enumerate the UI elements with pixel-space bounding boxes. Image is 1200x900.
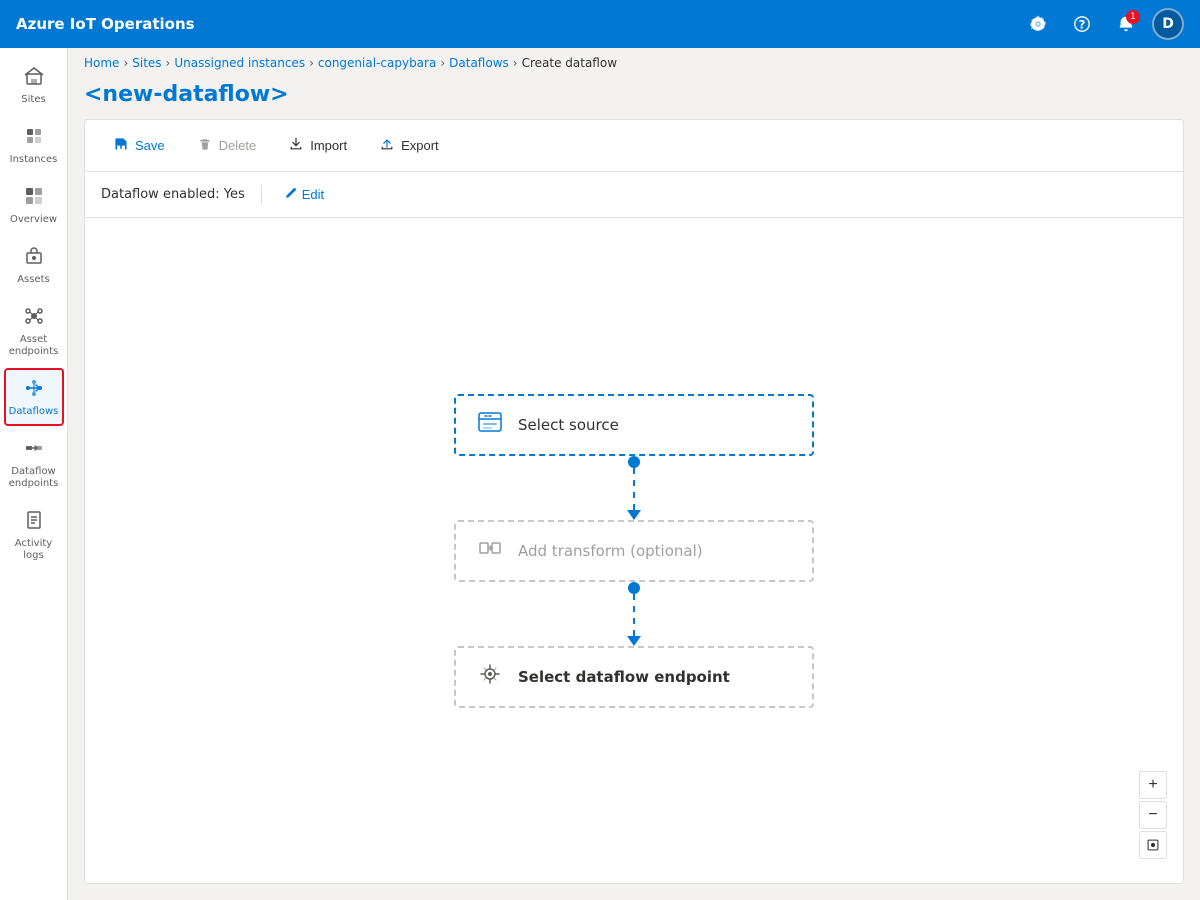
flow-canvas: Select source bbox=[85, 218, 1183, 883]
import-icon bbox=[288, 136, 304, 155]
save-button[interactable]: Save bbox=[101, 130, 177, 161]
sidebar-item-dataflow-endpoints[interactable]: Dataflow endpoints bbox=[4, 428, 64, 498]
destination-node-label: Select dataflow endpoint bbox=[518, 668, 730, 686]
toolbar: Save Delete Import bbox=[85, 120, 1183, 172]
transform-node-label: Add transform (optional) bbox=[518, 542, 703, 560]
sidebar-item-overview-label: Overview bbox=[10, 214, 57, 226]
sidebar-item-activity-logs[interactable]: Activity logs bbox=[4, 500, 64, 570]
flow-diagram: Select source bbox=[454, 394, 814, 708]
sidebar-item-assets[interactable]: Assets bbox=[4, 236, 64, 294]
content-area: Home › Sites › Unassigned instances › co… bbox=[68, 48, 1200, 900]
breadcrumb-current: Create dataflow bbox=[522, 56, 617, 70]
zoom-controls: + − bbox=[1139, 771, 1167, 859]
sidebar-item-assets-label: Assets bbox=[17, 274, 50, 286]
sidebar-item-overview[interactable]: Overview bbox=[4, 176, 64, 234]
help-icon-btn[interactable]: ? bbox=[1064, 6, 1100, 42]
connector-arrow-2 bbox=[627, 636, 641, 646]
top-nav-icons: ? 1 D bbox=[1020, 6, 1184, 42]
breadcrumb-dataflows[interactable]: Dataflows bbox=[449, 56, 509, 70]
dataflow-endpoints-icon bbox=[24, 438, 44, 462]
zoom-out-button[interactable]: − bbox=[1139, 801, 1167, 829]
page-title: <new-dataflow> bbox=[68, 78, 1200, 119]
dataflow-info-bar: Dataflow enabled: Yes Edit bbox=[85, 172, 1183, 218]
sidebar-item-sites[interactable]: Sites bbox=[4, 56, 64, 114]
delete-icon bbox=[197, 136, 213, 155]
sidebar-item-instances-label: Instances bbox=[10, 154, 58, 166]
breadcrumb-sites[interactable]: Sites bbox=[132, 56, 161, 70]
dataflow-enabled-label: Dataflow enabled: Yes bbox=[101, 187, 245, 202]
connector-dot-1 bbox=[628, 456, 640, 468]
zoom-in-button[interactable]: + bbox=[1139, 771, 1167, 799]
sites-icon bbox=[24, 66, 44, 90]
connector-line-1 bbox=[633, 468, 635, 512]
sidebar-item-asset-endpoints[interactable]: Asset endpoints bbox=[4, 296, 64, 366]
source-node[interactable]: Select source bbox=[454, 394, 814, 456]
notification-badge: 1 bbox=[1126, 10, 1140, 24]
source-node-icon bbox=[476, 408, 504, 442]
delete-button[interactable]: Delete bbox=[185, 130, 269, 161]
svg-text:?: ? bbox=[1079, 18, 1086, 32]
breadcrumb-instance[interactable]: congenial-capybara bbox=[318, 56, 436, 70]
source-node-label: Select source bbox=[518, 416, 619, 434]
app-title: Azure IoT Operations bbox=[16, 15, 1020, 33]
breadcrumb: Home › Sites › Unassigned instances › co… bbox=[68, 48, 1200, 78]
sidebar-item-dataflows-label: Dataflows bbox=[9, 406, 59, 418]
connector-arrow-1 bbox=[627, 510, 641, 520]
sidebar-item-dataflows[interactable]: Dataflows bbox=[4, 368, 64, 426]
edit-button[interactable]: Edit bbox=[278, 184, 330, 205]
sidebar-item-instances[interactable]: Instances bbox=[4, 116, 64, 174]
breadcrumb-unassigned[interactable]: Unassigned instances bbox=[174, 56, 305, 70]
user-avatar[interactable]: D bbox=[1152, 8, 1184, 40]
dataflows-icon bbox=[24, 378, 44, 402]
assets-icon bbox=[24, 246, 44, 270]
sidebar-item-asset-endpoints-label: Asset endpoints bbox=[9, 334, 59, 358]
connector-2 bbox=[627, 582, 641, 646]
zoom-reset-button[interactable] bbox=[1139, 831, 1167, 859]
destination-node-icon bbox=[476, 660, 504, 694]
export-button[interactable]: Export bbox=[367, 130, 451, 161]
settings-icon-btn[interactable] bbox=[1020, 6, 1056, 42]
main-card: Save Delete Import bbox=[84, 119, 1184, 884]
destination-node[interactable]: Select dataflow endpoint bbox=[454, 646, 814, 708]
sidebar-item-activity-logs-label: Activity logs bbox=[10, 538, 58, 562]
connector-line-2 bbox=[633, 594, 635, 638]
edit-icon bbox=[284, 186, 298, 203]
export-icon bbox=[379, 136, 395, 155]
notifications-icon-btn[interactable]: 1 bbox=[1108, 6, 1144, 42]
breadcrumb-home[interactable]: Home bbox=[84, 56, 119, 70]
asset-endpoints-icon bbox=[24, 306, 44, 330]
top-nav: Azure IoT Operations ? 1 D bbox=[0, 0, 1200, 48]
sidebar-item-dataflow-endpoints-label: Dataflow endpoints bbox=[9, 466, 59, 490]
import-button[interactable]: Import bbox=[276, 130, 359, 161]
overview-icon bbox=[24, 186, 44, 210]
transform-node-icon bbox=[476, 534, 504, 568]
connector-1 bbox=[627, 456, 641, 520]
sidebar-item-sites-label: Sites bbox=[21, 94, 45, 106]
activity-logs-icon bbox=[24, 510, 44, 534]
save-icon bbox=[113, 136, 129, 155]
connector-dot-2 bbox=[628, 582, 640, 594]
transform-node[interactable]: Add transform (optional) bbox=[454, 520, 814, 582]
sidebar: Sites Instances Overview Assets bbox=[0, 48, 68, 900]
instances-icon bbox=[24, 126, 44, 150]
main-layout: Sites Instances Overview Assets bbox=[0, 48, 1200, 900]
